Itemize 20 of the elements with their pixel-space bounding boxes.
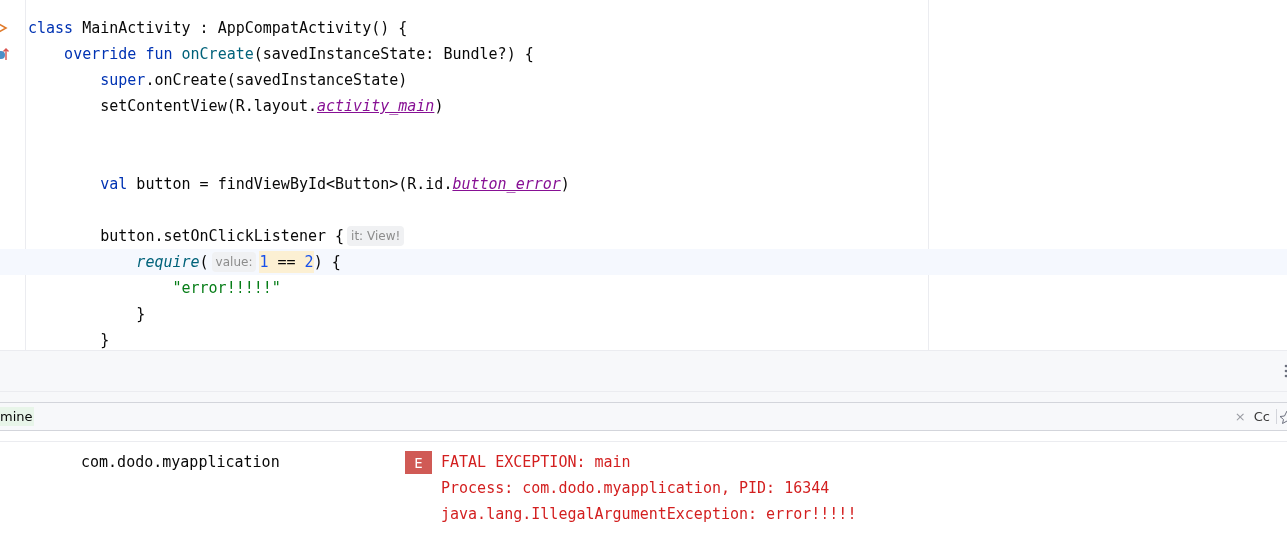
code-icon[interactable] [0,22,8,34]
code-line: } [100,330,110,350]
override-icon[interactable] [0,47,9,61]
code-line: super.onCreate(savedInstanceState) [100,70,408,91]
code-line: require( value: 1 == 2) { [136,251,341,273]
match-case-button[interactable]: Cc [1253,409,1277,424]
code-line: button.setOnClickListener { it: View! [100,225,408,247]
code-line: class MainActivity : AppCompatActivity() { [28,18,408,39]
filter-field[interactable]: mine × Cc [0,403,1287,431]
code-line: } [136,304,146,325]
code-line: "error!!!!!" [172,278,281,299]
code-line: setContentView(R.layout.activity_main) [100,96,444,117]
log-message: java.lang.IllegalArgumentException: error!!!!! [441,504,857,525]
more-icon[interactable] [1283,364,1287,378]
log-message: FATAL EXCEPTION: main [441,452,632,473]
code-line: override fun onCreate(savedInstanceState: Bundle?) { [64,44,534,65]
log-message: Process: com.dodo.myapplication, PID: 16344 [441,478,831,499]
code-line: val button = findViewById<Button>(R.id.button_error) [100,174,570,195]
package-name: com.dodo.myapplication [81,452,281,473]
log-level-badge: E [405,451,432,474]
